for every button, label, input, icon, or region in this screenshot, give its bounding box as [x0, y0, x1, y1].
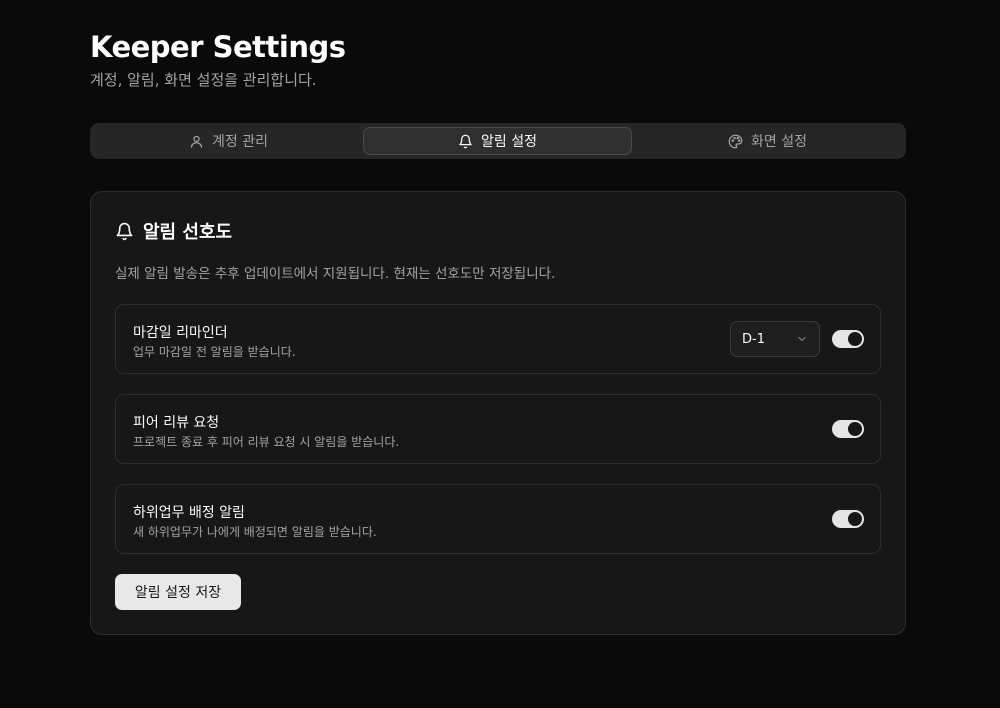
deadline-reminder-help: 업무 마감일 전 알림을 받습니다. — [133, 345, 296, 359]
palette-icon — [728, 134, 743, 148]
page-title: Keeper Settings — [90, 30, 346, 64]
tab-display-label: 화면 설정 — [751, 134, 807, 150]
tab-notifications[interactable]: 알림 설정 — [363, 127, 632, 155]
tab-account[interactable]: 계정 관리 — [94, 127, 363, 155]
peer-review-help: 프로젝트 종료 후 피어 리뷰 요청 시 알림을 받습니다. — [133, 435, 400, 449]
notification-preferences-card: 알림 선호도 실제 알림 발송은 추후 업데이트에서 지원됩니다. 현재는 선호… — [90, 191, 906, 635]
toggle-knob — [848, 422, 862, 436]
subtask-assignment-row: 하위업무 배정 알림 새 하위업무가 나에게 배정되면 알림을 받습니다. — [115, 484, 881, 554]
bell-icon — [459, 134, 472, 148]
reminder-timing-value: D-1 — [742, 331, 765, 347]
subtask-assignment-help: 새 하위업무가 나에게 배정되면 알림을 받습니다. — [133, 525, 377, 539]
bell-icon — [116, 222, 133, 240]
peer-review-row: 피어 리뷰 요청 프로젝트 종료 후 피어 리뷰 요청 시 알림을 받습니다. — [115, 394, 881, 464]
chevron-down-icon — [798, 336, 806, 342]
toggle-knob — [848, 332, 862, 346]
card-title: 알림 선호도 — [115, 218, 232, 244]
subtask-assignment-toggle[interactable] — [832, 510, 864, 528]
card-description: 실제 알림 발송은 추후 업데이트에서 지원됩니다. 현재는 선호도만 저장됩니… — [115, 266, 556, 282]
reminder-timing-select[interactable]: D-1 — [730, 321, 820, 357]
settings-tabs: 계정 관리 알림 설정 화면 설정 — [90, 123, 906, 159]
deadline-reminder-toggle[interactable] — [832, 330, 864, 348]
deadline-reminder-label: 마감일 리마인더 — [133, 325, 228, 341]
card-title-text: 알림 선호도 — [143, 222, 233, 243]
save-notification-settings-button[interactable]: 알림 설정 저장 — [115, 574, 241, 610]
peer-review-label: 피어 리뷰 요청 — [133, 415, 220, 431]
subtask-assignment-label: 하위업무 배정 알림 — [133, 505, 245, 521]
toggle-knob — [848, 512, 862, 526]
peer-review-toggle[interactable] — [832, 420, 864, 438]
tab-account-label: 계정 관리 — [212, 134, 268, 150]
tab-display[interactable]: 화면 설정 — [633, 127, 902, 155]
page-subtitle: 계정, 알림, 화면 설정을 관리합니다. — [90, 71, 317, 89]
settings-page: Keeper Settings 계정, 알림, 화면 설정을 관리합니다. 계정… — [0, 0, 1000, 708]
deadline-reminder-row: 마감일 리마인더 업무 마감일 전 알림을 받습니다. D-1 — [115, 304, 881, 374]
tab-notifications-label: 알림 설정 — [481, 134, 537, 150]
user-icon — [190, 135, 203, 148]
